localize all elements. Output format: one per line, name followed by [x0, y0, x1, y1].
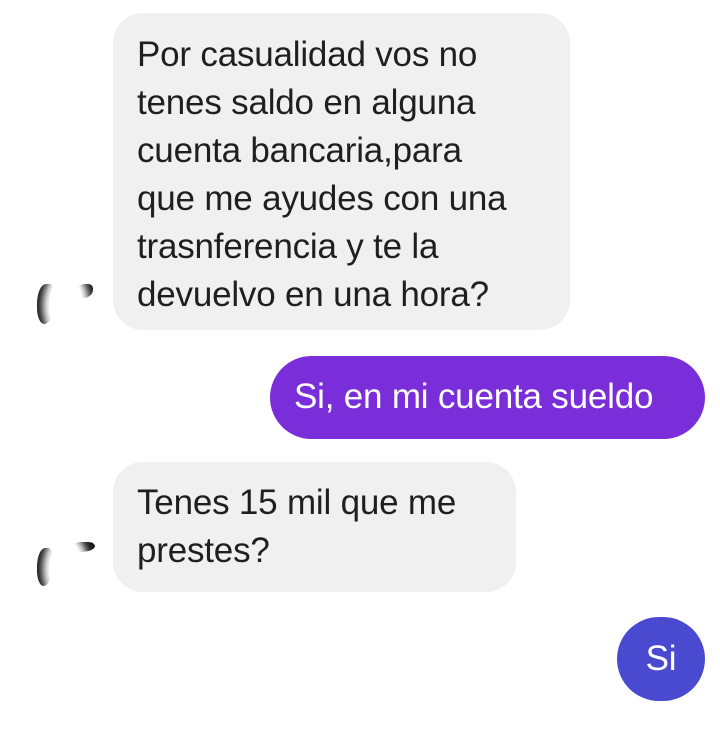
message-bubble-outgoing[interactable]: Si: [617, 617, 705, 701]
avatar-redaction: [49, 540, 83, 598]
message-bubble-incoming[interactable]: Por casualidad vos no tenes saldo en alg…: [113, 13, 570, 330]
contact-avatar[interactable]: [31, 270, 103, 342]
message-bubble-incoming[interactable]: Tenes 15 mil que me prestes?: [113, 462, 516, 592]
message-bubble-outgoing[interactable]: Si, en mi cuenta sueldo: [270, 356, 705, 439]
chat-thread: Por casualidad vos no tenes saldo en alg…: [0, 0, 720, 741]
contact-avatar[interactable]: [31, 532, 103, 604]
avatar-redaction: [49, 276, 83, 336]
